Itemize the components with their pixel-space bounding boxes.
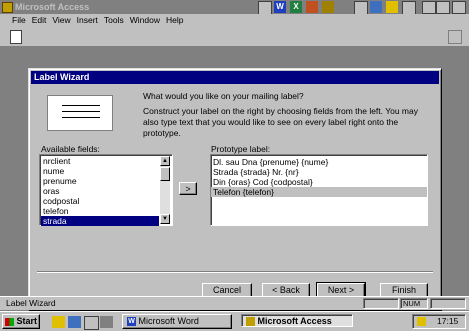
label-line (62, 117, 100, 118)
access-task-label: Microsoft Access (257, 316, 332, 326)
list-item[interactable]: nume (41, 166, 159, 176)
list-item[interactable]: codpostal (41, 196, 159, 206)
menu-window[interactable]: Window (130, 14, 160, 27)
prototype-line[interactable]: Strada {strada} Nr. {nr} (211, 167, 427, 177)
start-button[interactable]: Start (2, 314, 40, 329)
status-panel (430, 298, 466, 309)
list-item-selected[interactable]: strada (41, 216, 159, 226)
toolbar-button-right[interactable] (448, 30, 462, 44)
status-bar: Label Wizard NUM (0, 296, 469, 310)
num-lock-indicator: NUM (400, 298, 428, 309)
instructions-text: Construct your label on the right by cho… (143, 106, 418, 138)
workspace: Label Wizard What would you like on your… (0, 46, 469, 311)
vertical-scrollbar[interactable]: ▲ ▼ (160, 156, 170, 224)
dialog-title: Label Wizard (34, 72, 90, 82)
menu-view[interactable]: View (52, 14, 70, 27)
menu-bar: File Edit View Insert Tools Window Help (0, 14, 469, 27)
menu-edit[interactable]: Edit (32, 14, 47, 27)
close-icon[interactable]: × (452, 1, 466, 14)
scroll-up-icon[interactable]: ▲ (160, 156, 170, 166)
app-title-bar: Microsoft Access W X _ □ × (0, 0, 469, 15)
taskbar: Start W Microsoft Word Microsoft Access … (0, 311, 469, 331)
schedule-icon[interactable] (338, 1, 350, 13)
add-field-button[interactable]: > (179, 182, 197, 195)
outlook-icon[interactable] (386, 1, 398, 13)
prototype-label-box[interactable]: Dl. sau Dna {prenume} {nume} Strada {str… (210, 154, 428, 226)
quick-launch-icon[interactable] (84, 316, 99, 330)
taskbar-access-button[interactable]: Microsoft Access (241, 314, 353, 327)
dialog-divider (37, 271, 433, 273)
list-item[interactable]: telefon (41, 206, 159, 216)
binder-icon[interactable] (354, 1, 368, 15)
app-title: Microsoft Access (15, 2, 90, 12)
quick-launch-icon[interactable] (52, 316, 65, 328)
dialog-title-bar: Label Wizard (31, 71, 439, 84)
menu-file[interactable]: File (12, 14, 26, 27)
maximize-icon[interactable]: □ (436, 1, 450, 14)
prototype-line-active[interactable]: Telefon {telefon} (211, 187, 427, 197)
system-tray: 17:15 (412, 314, 466, 329)
access-icon[interactable] (322, 1, 334, 13)
label-line (62, 105, 100, 106)
question-text: What would you like on your mailing labe… (143, 91, 304, 101)
available-fields-list[interactable]: nrclient nume prenume oras codpostal tel… (39, 154, 173, 226)
prototype-line[interactable]: Dl. sau Dna {prenume} {nume} (211, 157, 427, 167)
minimize-icon[interactable]: _ (422, 1, 436, 14)
shortcut-icon[interactable] (258, 1, 272, 15)
explorer-icon[interactable] (370, 1, 382, 13)
label-wizard-dialog: Label Wizard What would you like on your… (28, 68, 442, 311)
toolbar (0, 27, 469, 47)
access-key-icon (2, 2, 13, 13)
excel-icon[interactable]: X (290, 1, 302, 13)
powerpoint-icon[interactable] (306, 1, 318, 13)
help-icon[interactable] (402, 1, 416, 15)
label-preview-illustration (41, 91, 118, 134)
available-fields-items: nrclient nume prenume oras codpostal tel… (41, 156, 159, 226)
taskbar-word-button[interactable]: W Microsoft Word (122, 314, 232, 329)
quick-launch-icon[interactable] (68, 316, 81, 328)
menu-insert[interactable]: Insert (77, 14, 98, 27)
scroll-thumb[interactable] (160, 167, 170, 181)
windows-logo-icon (5, 317, 14, 326)
quick-launch-icon[interactable] (100, 316, 113, 328)
status-text: Label Wizard (6, 298, 56, 308)
clock[interactable]: 17:15 (437, 316, 458, 326)
office-shortcut-bar: W X _ □ × (258, 0, 469, 15)
list-item[interactable]: nrclient (41, 156, 159, 166)
speaker-icon[interactable] (417, 317, 426, 326)
start-label: Start (16, 316, 38, 326)
available-fields-label: Available fields: (41, 144, 100, 154)
new-database-icon[interactable] (10, 30, 22, 44)
label-card (47, 95, 113, 131)
access-key-icon (246, 317, 255, 327)
list-item[interactable]: oras (41, 186, 159, 196)
word-icon: W (127, 317, 136, 327)
menu-tools[interactable]: Tools (104, 14, 124, 27)
scroll-down-icon[interactable]: ▼ (160, 214, 170, 224)
word-task-label: Microsoft Word (138, 316, 199, 326)
menu-help[interactable]: Help (166, 14, 183, 27)
label-line (62, 111, 100, 112)
prototype-label-heading: Prototype label: (211, 144, 271, 154)
prototype-line[interactable]: Din {oras} Cod {codpostal} (211, 177, 427, 187)
list-item[interactable]: prenume (41, 176, 159, 186)
status-panel (363, 298, 399, 309)
word-icon[interactable]: W (274, 1, 286, 13)
